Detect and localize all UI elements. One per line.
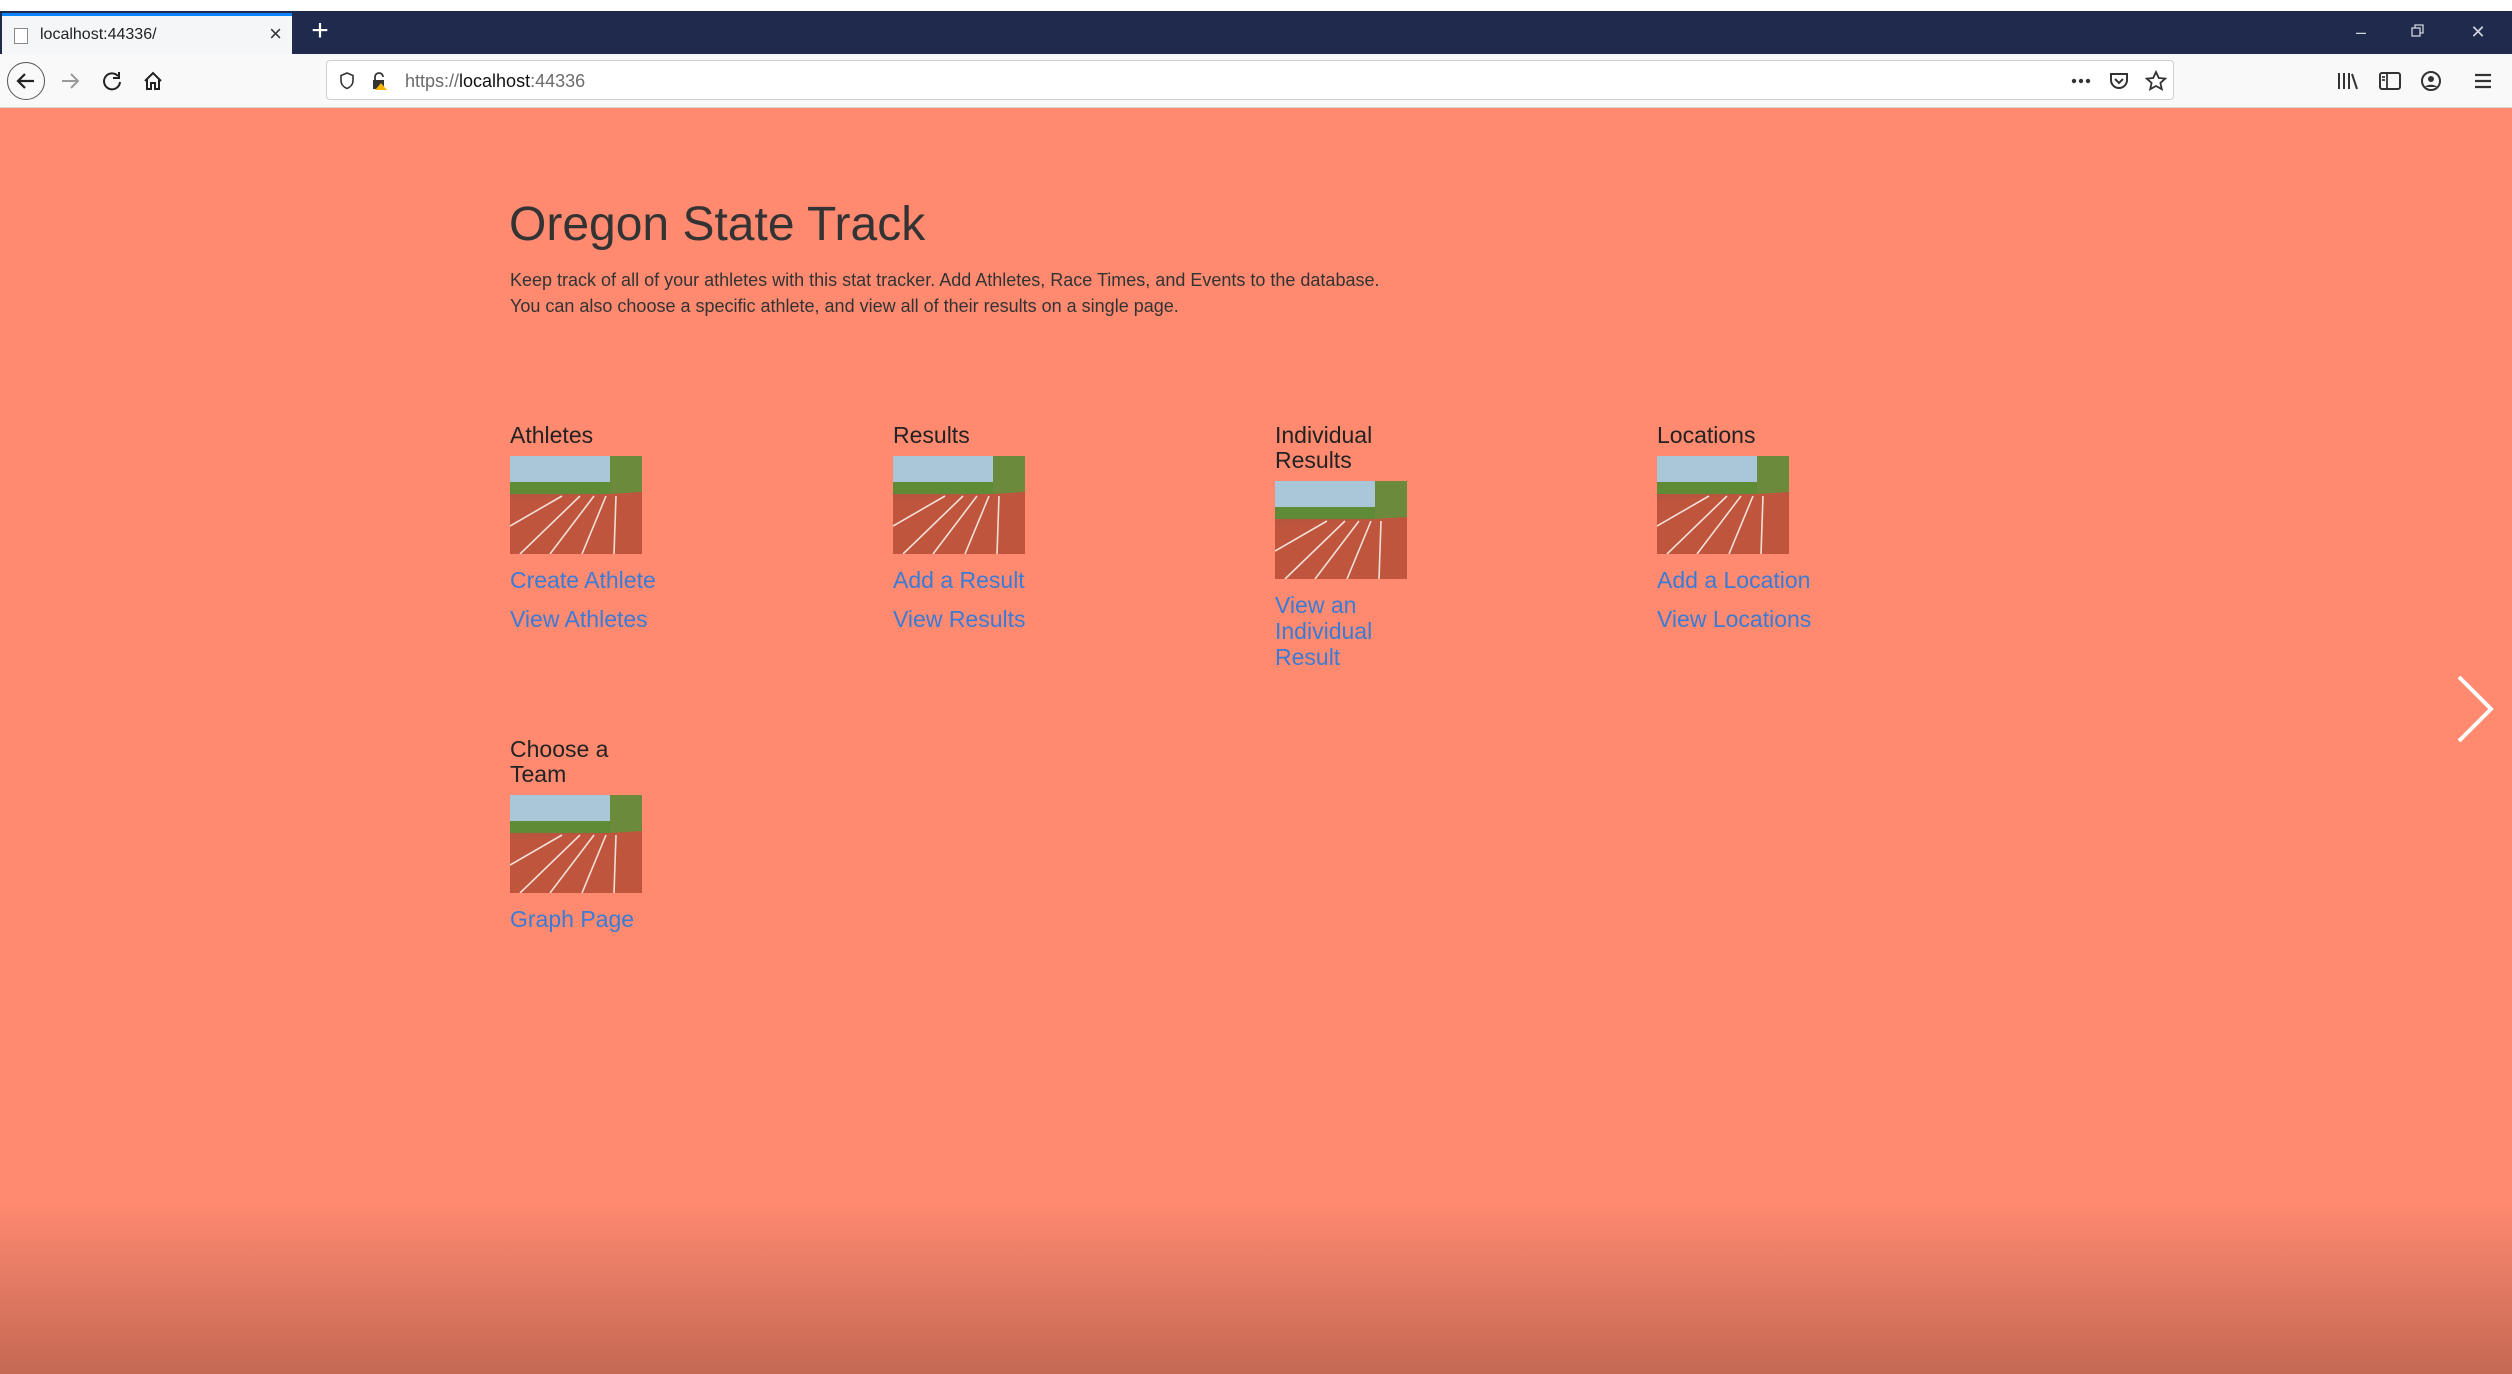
back-icon[interactable] <box>7 62 45 100</box>
description-line: Keep track of all of your athletes with … <box>510 270 1380 290</box>
bookmark-star-icon[interactable] <box>2144 70 2168 92</box>
close-icon[interactable]: × <box>269 21 282 47</box>
home-icon[interactable] <box>134 62 172 100</box>
individual-results-card: Individual Results View an Individual Re… <box>1275 423 1415 670</box>
add-location-link[interactable]: Add a Location <box>1657 567 1811 593</box>
favicon-icon <box>14 28 28 44</box>
menu-icon[interactable] <box>2470 68 2496 94</box>
minimize-icon[interactable]: – <box>2336 17 2386 47</box>
forward-icon[interactable] <box>51 62 89 100</box>
card-heading: Results <box>893 422 970 448</box>
browser-tab[interactable]: localhost:44336/ × <box>2 13 292 54</box>
library-icon[interactable] <box>2335 68 2361 94</box>
tab-bar: localhost:44336/ × + – ✕ <box>0 11 2512 54</box>
view-athletes-link[interactable]: View Athletes <box>510 606 660 632</box>
track-image <box>893 456 1025 554</box>
account-icon[interactable] <box>2418 68 2444 94</box>
view-locations-link[interactable]: View Locations <box>1657 606 1811 632</box>
more-icon[interactable] <box>2069 70 2093 92</box>
description-line: You can also choose a specific athlete, … <box>510 296 1179 316</box>
url-text[interactable]: https://localhost:44336 <box>405 71 585 92</box>
page-title: Oregon State Track <box>509 198 926 251</box>
card-heading: Athletes <box>510 422 594 448</box>
restore-icon[interactable] <box>2393 17 2443 47</box>
view-individual-result-link[interactable]: View an Individual Result <box>1275 592 1415 670</box>
chevron-right-icon[interactable] <box>2453 673 2497 745</box>
lock-icon[interactable] <box>369 71 389 91</box>
athletes-card: Athletes Create Athlete View Athletes <box>510 423 660 632</box>
card-heading: Locations <box>1657 422 1756 448</box>
page-content: Oregon State Track Keep track of all of … <box>0 109 2512 1374</box>
choose-team-card: Choose a Team Graph Page <box>510 737 642 932</box>
track-image <box>510 795 642 893</box>
tab-title: localhost:44336/ <box>40 26 157 43</box>
url-bar[interactable]: https://localhost:44336 <box>326 60 2174 100</box>
card-heading: Individual Results <box>1275 422 1373 473</box>
track-image <box>1275 481 1407 579</box>
sidebar-icon[interactable] <box>2377 68 2403 94</box>
results-card: Results Add a Result View Results <box>893 423 1043 632</box>
track-image <box>510 456 642 554</box>
window-close-icon[interactable]: ✕ <box>2453 17 2503 47</box>
card-heading: Choose a Team <box>510 736 609 787</box>
track-image <box>1657 456 1789 554</box>
create-athlete-link[interactable]: Create Athlete <box>510 567 660 593</box>
window-top-edge <box>0 0 2512 11</box>
navigation-toolbar: https://localhost:44336 <box>0 54 2512 108</box>
page-description: Keep track of all of your athletes with … <box>510 267 1490 319</box>
plus-icon[interactable]: + <box>302 13 338 51</box>
add-result-link[interactable]: Add a Result <box>893 567 1043 593</box>
bottom-gradient-overlay <box>0 1200 2512 1374</box>
view-results-link[interactable]: View Results <box>893 606 1043 632</box>
reload-icon[interactable] <box>93 62 131 100</box>
pocket-icon[interactable] <box>2107 70 2131 92</box>
locations-card: Locations Add a Location View Locations <box>1657 423 1811 632</box>
shield-icon[interactable] <box>337 71 357 91</box>
graph-page-link[interactable]: Graph Page <box>510 906 642 932</box>
